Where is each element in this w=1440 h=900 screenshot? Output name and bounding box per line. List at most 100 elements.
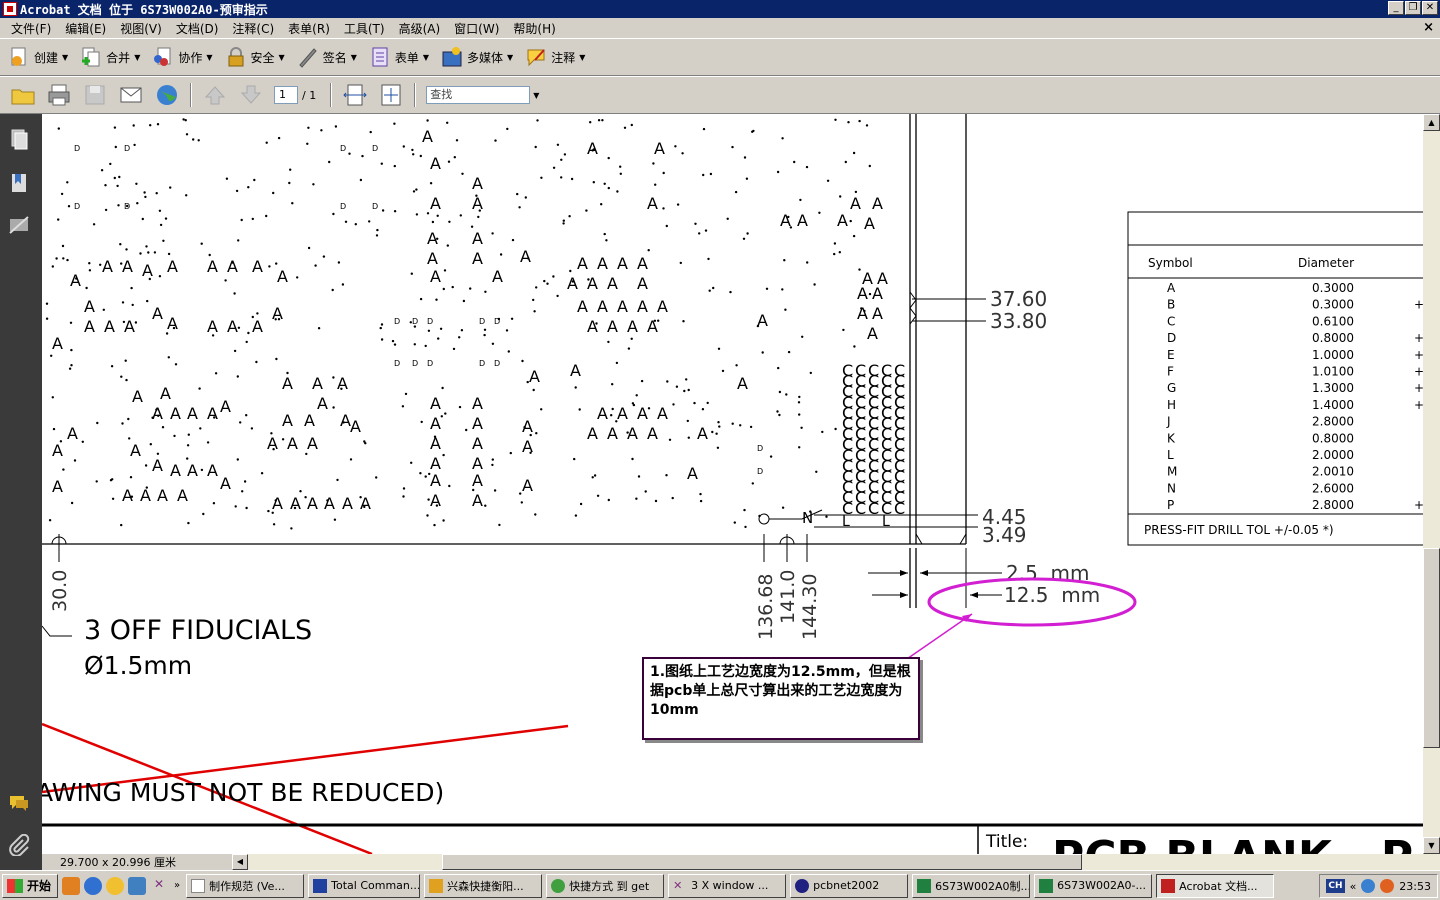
previous-page-icon[interactable] (202, 82, 228, 108)
svg-text:A: A (872, 194, 883, 213)
svg-text:A: A (757, 311, 768, 330)
svg-text:A: A (522, 417, 533, 436)
svg-text:A: A (587, 139, 598, 158)
menu-advanced[interactable]: 高级(A) (392, 20, 448, 37)
menu-comments[interactable]: 注释(C) (225, 20, 281, 37)
annotation-callout[interactable]: 1.图纸上工艺边宽度为12.5mm，但是根据pcb单上总尺寸算出来的工艺边宽度为… (642, 657, 920, 740)
minimize-button[interactable]: _ (1388, 1, 1404, 15)
svg-text:A: A (84, 297, 95, 316)
quicklaunch-app-icon[interactable] (62, 876, 81, 895)
menu-tools[interactable]: 工具(T) (337, 20, 392, 37)
ie-icon[interactable] (84, 876, 103, 895)
svg-text:A: A (687, 464, 698, 483)
table-cell-sym: J (1166, 415, 1171, 429)
menu-window[interactable]: 窗口(W) (447, 20, 506, 37)
find-input[interactable]: 查找 (426, 86, 531, 104)
svg-text:A: A (430, 491, 441, 510)
c-pin-array: C C C C CC C C C CC C C C CC C C C CC C C C CC C C C CC C C C CC C C C C… (842, 361, 905, 518)
svg-text:A: A (867, 324, 878, 343)
task-button-7[interactable]: 6S73W002A0-... (1034, 873, 1153, 898)
horizontal-scrollbar[interactable]: ◀ ▶ (232, 854, 1440, 870)
dim-33-80: 33.80 (990, 309, 1047, 333)
task-button-3[interactable]: 快捷方式 到 get (546, 873, 665, 898)
svg-text:A: A (850, 194, 861, 213)
menu-file[interactable]: 文件(F) (4, 20, 58, 37)
svg-text:A: A (857, 304, 868, 323)
table-cell-dia: 0.3000 (1312, 298, 1354, 312)
svg-text:D: D (372, 202, 378, 211)
sign-button[interactable]: 签名 ▼ (297, 46, 357, 68)
task-button-2[interactable]: 兴森快捷衡阳... (424, 873, 543, 898)
restore-button[interactable]: ❐ (1405, 1, 1421, 15)
combine-button[interactable]: 合并 ▼ (80, 46, 140, 68)
svg-text:A: A (587, 317, 598, 336)
menu-forms[interactable]: 表单(R) (281, 20, 337, 37)
clock-app-icon[interactable] (106, 876, 125, 895)
email-icon[interactable] (118, 82, 144, 108)
fit-page-icon[interactable] (378, 82, 404, 108)
scroll-up-icon[interactable]: ▲ (1423, 114, 1440, 131)
bookmarks-icon[interactable] (8, 172, 30, 194)
document-view[interactable]: AAAAAAAAAAAAAAAAAAAAAAAAAAAAAAAAAAAAAAAA… (42, 114, 1423, 854)
comments-panel-icon[interactable] (8, 792, 30, 814)
task-button-5[interactable]: pcbnet2002 (790, 873, 909, 898)
more-quicklaunch-icon[interactable]: » (174, 880, 180, 891)
signatures-icon[interactable] (8, 214, 30, 236)
attachments-icon[interactable] (8, 833, 30, 857)
doc-close-icon[interactable]: × (1423, 20, 1434, 35)
open-folder-icon[interactable] (10, 82, 36, 108)
horizontal-scroll-thumb[interactable] (442, 854, 1082, 870)
dim-30-0: 30.0 (49, 570, 71, 612)
svg-text:A: A (122, 486, 133, 505)
task-button-1[interactable]: Total Comman... (308, 873, 421, 898)
network-icon[interactable] (1361, 879, 1376, 893)
security-button[interactable]: 安全 ▼ (225, 46, 285, 68)
system-tray: CH « 23:53 (1319, 874, 1438, 898)
cad-drawing: AAAA AA AA AA AAA AAA A AA AAA A A A A A AAAAA A AAA A A AA… (42, 114, 1423, 854)
save-icon[interactable] (82, 82, 108, 108)
svg-text:A: A (324, 494, 335, 513)
fit-width-icon[interactable] (342, 82, 368, 108)
create-button[interactable]: 创建 ▼ (8, 46, 68, 68)
next-page-icon[interactable] (238, 82, 264, 108)
page-number-input[interactable]: 1 (274, 86, 298, 104)
title-label: Title: (985, 832, 1028, 852)
pages-icon[interactable] (8, 128, 30, 150)
vertical-scroll-thumb[interactable] (1423, 548, 1440, 748)
tray-expand-icon[interactable]: « (1350, 880, 1357, 893)
x-app-icon[interactable]: ✕ (150, 877, 168, 895)
table-cell-dia: 0.3000 (1312, 281, 1354, 295)
ime-indicator[interactable]: CH (1326, 879, 1345, 893)
dim-144-30: 144.30 (799, 574, 821, 640)
task-button-0[interactable]: 制作规范 (Ve... (186, 873, 305, 898)
browser-icon[interactable] (128, 876, 147, 895)
print-icon[interactable] (46, 82, 72, 108)
svg-text:A: A (837, 211, 848, 230)
task-button-4[interactable]: ✕ 3 X window ... (668, 873, 787, 898)
multimedia-button[interactable]: 多媒体 ▼ (441, 46, 513, 68)
collaborate-button[interactable]: 协作 ▼ (152, 46, 213, 68)
find-dropdown-icon[interactable]: ▼ (533, 91, 539, 100)
svg-text:A: A (797, 211, 808, 230)
menu-document[interactable]: 文档(D) (169, 20, 226, 37)
scroll-left-icon[interactable]: ◀ (232, 854, 248, 870)
vertical-scrollbar[interactable]: ▲ ▼ (1423, 114, 1440, 854)
svg-text:D: D (74, 144, 80, 153)
svg-text:A: A (102, 257, 113, 276)
comment-button[interactable]: 注释 ▼ (525, 46, 585, 68)
close-button[interactable]: ✕ (1422, 1, 1438, 15)
task-button-6[interactable]: 6S73W002A0制... (912, 873, 1031, 898)
svg-text:A: A (472, 434, 483, 453)
forms-button[interactable]: 表单 ▼ (369, 46, 429, 68)
table-cell-plus: + (1414, 498, 1423, 512)
menu-help[interactable]: 帮助(H) (506, 20, 562, 37)
task-button-acrobat[interactable]: Acrobat 文档... (1156, 873, 1275, 898)
start-button[interactable]: 开始 (2, 873, 59, 898)
menu-edit[interactable]: 编辑(E) (58, 20, 113, 37)
web-icon[interactable] (154, 82, 180, 108)
scroll-down-icon[interactable]: ▼ (1423, 837, 1440, 854)
menu-view[interactable]: 视图(V) (113, 20, 169, 37)
tray-app-icon[interactable] (1380, 879, 1395, 893)
svg-text:A: A (430, 434, 441, 453)
svg-text:A: A (627, 424, 638, 443)
